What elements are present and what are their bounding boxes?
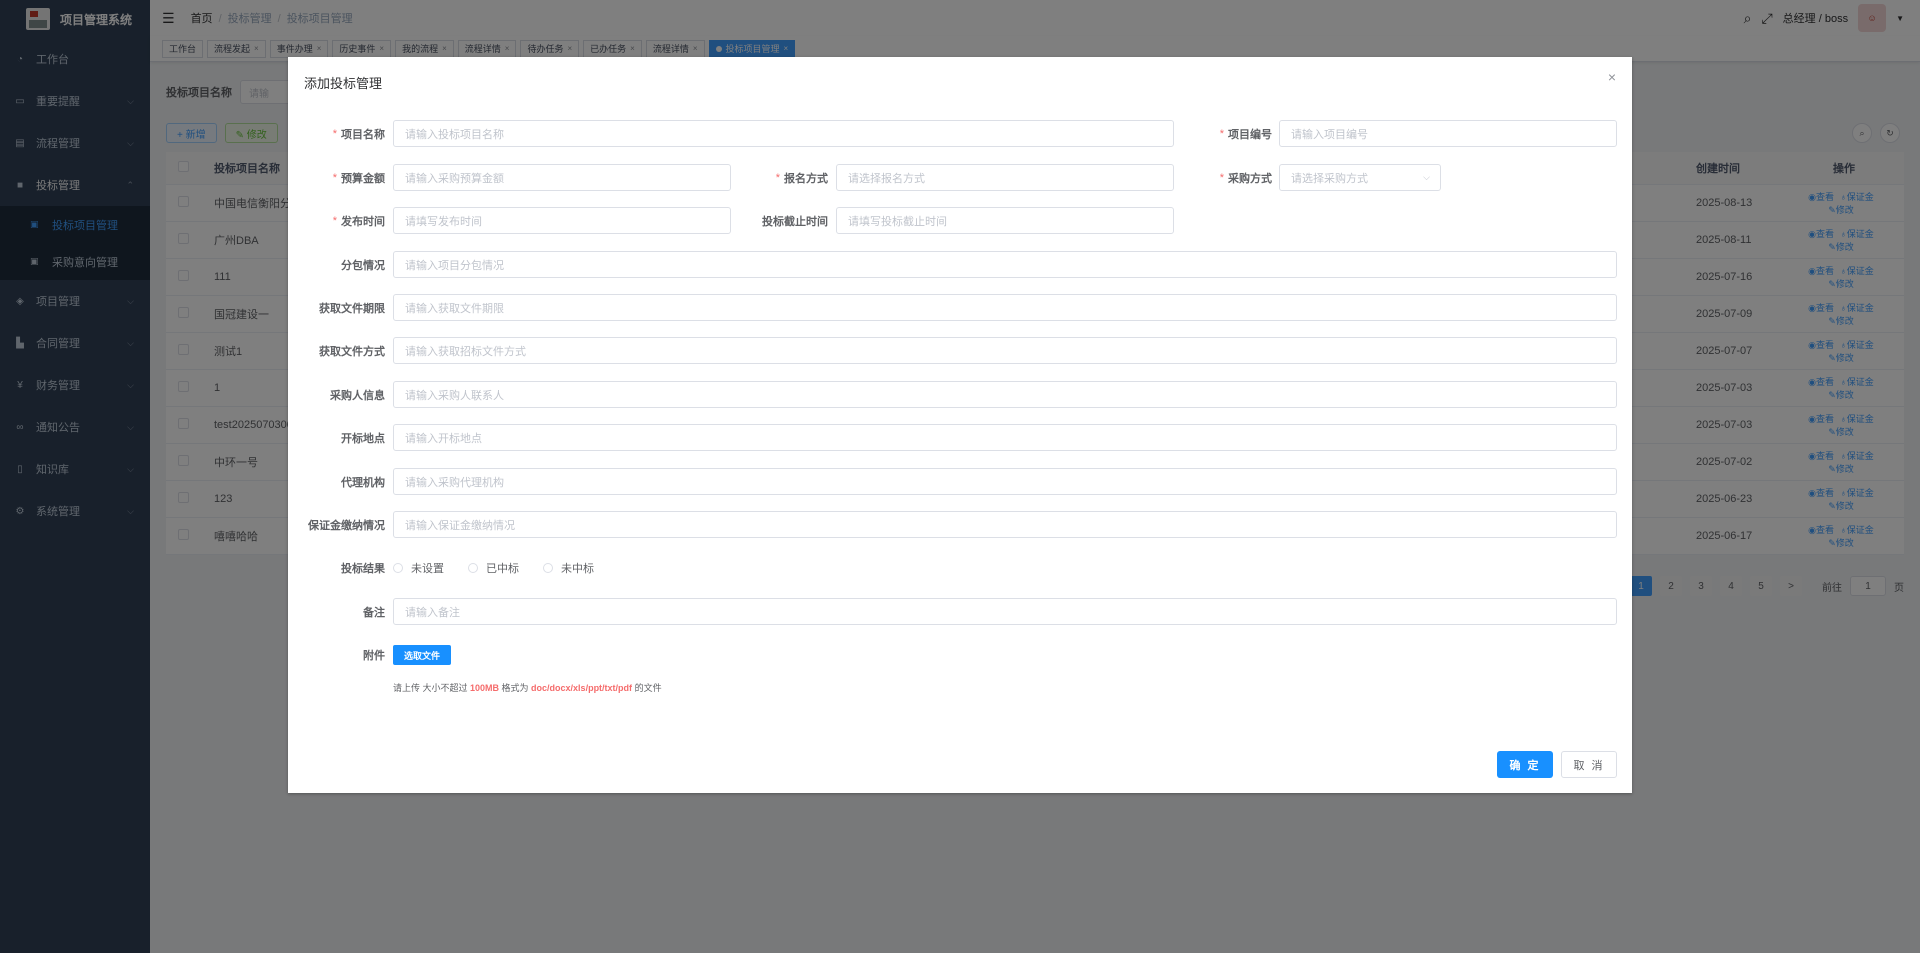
project-name-input[interactable]: 请输入投标项目名称 xyxy=(393,120,1174,147)
label-deadline: 投标截止时间 xyxy=(762,216,828,228)
label-attachment: 附件 xyxy=(363,650,385,662)
label-agency: 代理机构 xyxy=(341,477,385,489)
label-project-name: * 项目名称 xyxy=(332,128,385,141)
add-bid-dialog: 添加投标管理 × * 项目名称 请输入投标项目名称 * 项目编号 请输入项目编号 *… xyxy=(288,57,1632,793)
confirm-button[interactable]: 确 定 xyxy=(1497,751,1553,778)
doc-period-input[interactable]: 请输入获取文件期限 xyxy=(393,294,1617,321)
radio-unset[interactable]: 未设置 xyxy=(393,560,444,576)
deadline-input[interactable]: 请填写投标截止时间 xyxy=(836,207,1174,234)
venue-input[interactable]: 请输入开标地点 xyxy=(393,424,1617,451)
publish-time-input[interactable]: 请填写发布时间 xyxy=(393,207,731,234)
result-radio-group: 未设置 已中标 未中标 xyxy=(393,554,594,582)
purchase-method-select[interactable]: 请选择采购方式 ⌵ xyxy=(1279,164,1441,191)
chevron-down-icon: ⌵ xyxy=(1423,172,1430,182)
label-result: 投标结果 xyxy=(341,563,385,575)
doc-method-input[interactable]: 请输入获取招标文件方式 xyxy=(393,337,1617,364)
buyer-input[interactable]: 请输入采购人联系人 xyxy=(393,381,1617,408)
label-package: 分包情况 xyxy=(341,260,385,272)
deposit-input[interactable]: 请输入保证金缴纳情况 xyxy=(393,511,1617,538)
label-remark: 备注 xyxy=(363,607,385,619)
label-doc-method: 获取文件方式 xyxy=(319,346,385,358)
close-icon[interactable]: × xyxy=(1608,69,1616,85)
label-deposit: 保证金缴纳情况 xyxy=(308,520,385,532)
package-input[interactable]: 请输入项目分包情况 xyxy=(393,251,1617,278)
radio-lost[interactable]: 未中标 xyxy=(543,560,594,576)
label-doc-period: 获取文件期限 xyxy=(319,303,385,315)
signup-method-input[interactable]: 请选择报名方式 xyxy=(836,164,1174,191)
dialog-title: 添加投标管理 xyxy=(304,76,383,91)
label-purchase: * 采购方式 xyxy=(1219,172,1272,185)
dialog-footer: 确 定 取 消 xyxy=(1497,751,1617,778)
label-signup: * 报名方式 xyxy=(775,172,828,185)
label-publish: * 发布时间 xyxy=(332,215,385,228)
budget-input[interactable]: 请输入采购预算金额 xyxy=(393,164,731,191)
label-budget: * 预算金额 xyxy=(332,172,385,185)
radio-won[interactable]: 已中标 xyxy=(468,560,519,576)
remark-input[interactable]: 请输入备注 xyxy=(393,598,1617,625)
upload-tip: 请上传 大小不超过 100MB 格式为 doc/docx/xls/ppt/txt… xyxy=(393,683,662,693)
label-project-code: * 项目编号 xyxy=(1219,128,1272,141)
agency-input[interactable]: 请输入采购代理机构 xyxy=(393,468,1617,495)
label-buyer: 采购人信息 xyxy=(330,390,385,402)
project-code-input[interactable]: 请输入项目编号 xyxy=(1279,120,1617,147)
select-file-button[interactable]: 选取文件 xyxy=(393,645,452,665)
cancel-button[interactable]: 取 消 xyxy=(1561,751,1617,778)
label-venue: 开标地点 xyxy=(341,433,385,445)
